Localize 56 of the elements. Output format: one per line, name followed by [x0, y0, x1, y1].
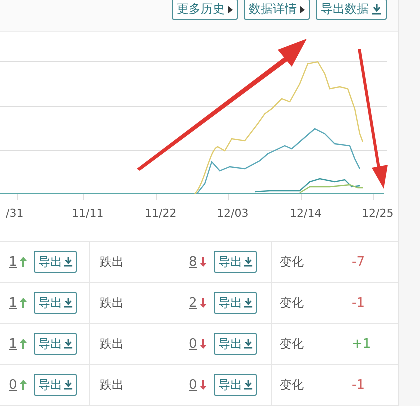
download-icon [244, 380, 254, 390]
fall-label: 跌出 [100, 254, 124, 270]
change-label: 变化 [280, 336, 305, 352]
fall-label: 跌出 [100, 294, 124, 312]
download-icon [372, 4, 382, 15]
export-button[interactable]: 导出 [34, 374, 78, 396]
change-label: 变化 [280, 376, 305, 394]
download-icon [244, 339, 254, 349]
toolbar-button[interactable]: 更多历史 [172, 0, 238, 20]
download-icon [64, 257, 74, 267]
change-value: +1 [352, 336, 372, 352]
change-label: 变化 [280, 294, 305, 312]
count-link[interactable]: 0 [189, 336, 198, 352]
axis-label: 12/25 [362, 207, 394, 220]
fall-label: 跌出 [100, 336, 124, 352]
download-icon [64, 380, 74, 390]
download-icon [64, 298, 74, 308]
caret-icon [228, 6, 233, 14]
export-button[interactable]: 导出 [214, 251, 258, 273]
change-value: -1 [352, 378, 365, 392]
up-arrow-icon [20, 339, 28, 349]
toolbar-button[interactable]: 导出数据 [316, 0, 387, 20]
export-button[interactable]: 导出 [214, 333, 258, 355]
up-arrow-icon [20, 298, 28, 308]
axis-label: 12/03 [217, 207, 249, 220]
up-arrow-icon [20, 380, 28, 390]
fall-label: 跌出 [100, 376, 124, 394]
axis-label: /31 [6, 207, 24, 220]
up-arrow-icon [20, 257, 28, 267]
axis-label: 11/11 [72, 207, 104, 220]
export-button[interactable]: 导出 [34, 333, 78, 355]
down-arrow-icon [200, 257, 208, 267]
change-value: -1 [352, 296, 365, 310]
down-arrow-icon [200, 298, 208, 308]
toolbar-button[interactable]: 数据详情 [244, 0, 310, 20]
download-icon [244, 257, 254, 267]
download-icon [244, 298, 254, 308]
change-label: 变化 [280, 254, 305, 270]
count-link[interactable]: 1 [9, 296, 18, 310]
axis-label: 12/14 [290, 207, 322, 220]
export-button[interactable]: 导出 [34, 292, 78, 314]
count-link[interactable]: 1 [9, 336, 18, 352]
export-button[interactable]: 导出 [214, 374, 258, 396]
download-icon [64, 339, 74, 349]
caret-icon [300, 6, 305, 14]
change-value: -7 [352, 254, 365, 270]
down-arrow-icon [200, 380, 208, 390]
count-link[interactable]: 8 [189, 254, 198, 270]
count-link[interactable]: 1 [9, 254, 18, 270]
export-button[interactable]: 导出 [34, 251, 78, 273]
export-button[interactable]: 导出 [214, 292, 258, 314]
count-link[interactable]: 0 [9, 378, 18, 392]
count-link[interactable]: 0 [189, 378, 198, 392]
axis-label: 11/22 [145, 207, 177, 220]
count-link[interactable]: 2 [189, 296, 198, 310]
down-arrow-icon [200, 339, 208, 349]
